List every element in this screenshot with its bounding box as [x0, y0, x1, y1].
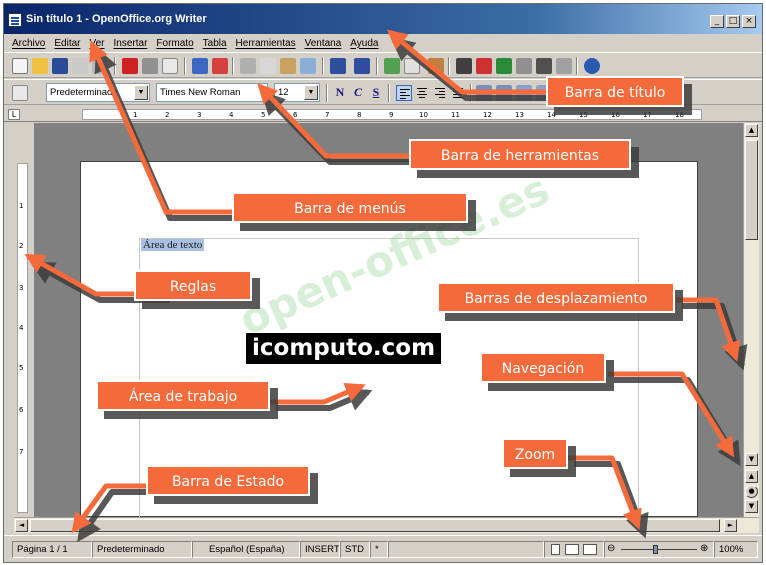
callout-navigation: Navegación [480, 352, 606, 383]
callout-statusbar: Barra de Estado [146, 465, 310, 496]
arrow-shadow [260, 90, 416, 165]
arrow-shadow [682, 303, 748, 371]
arrow-shadow [574, 461, 649, 539]
callout-titlebar: Barra de título [546, 76, 684, 107]
callout-scrollbars: Barras de desplazamiento [437, 282, 675, 313]
arrow-shadow [94, 47, 240, 221]
arrow-to-navigation [608, 371, 735, 458]
arrow-shadow [77, 489, 154, 542]
callout-workspace: Área de trabajo [96, 380, 270, 411]
arrow-to-toolbars [257, 83, 410, 159]
arrow-to-menu-bar [89, 40, 234, 215]
arrow-shadow [614, 377, 741, 467]
callout-toolbars: Barra de herramientas [409, 139, 631, 170]
callout-menubar: Barra de menús [232, 192, 468, 223]
callout-zoom: Zoom [502, 438, 568, 469]
arrow-to-zoom [568, 455, 642, 530]
callout-rulers: Reglas [134, 270, 252, 301]
arrow-to-title-bar [386, 29, 548, 95]
site-badge: icomputo.com [246, 333, 442, 364]
arrow-shadow [390, 36, 553, 101]
